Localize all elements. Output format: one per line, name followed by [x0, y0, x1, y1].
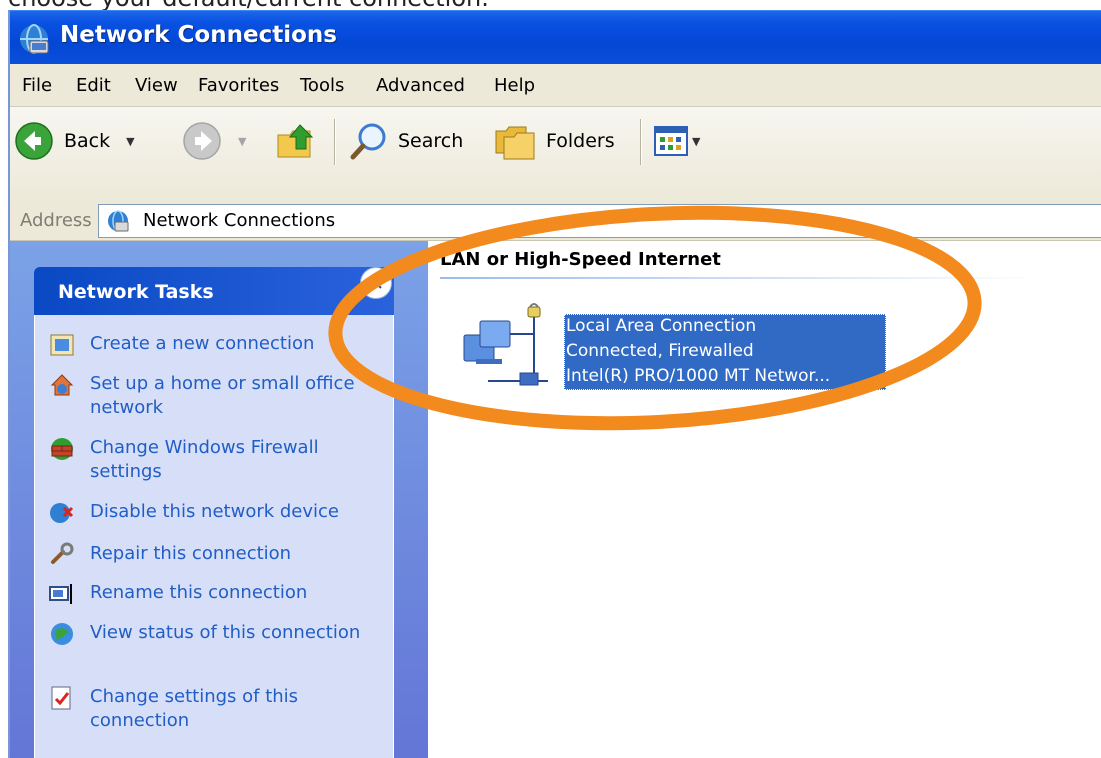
- menu-file[interactable]: File: [22, 75, 52, 96]
- task-home-network[interactable]: Set up a home or small office network: [35, 372, 382, 420]
- back-label: Back: [64, 130, 111, 152]
- menu-advanced[interactable]: Advanced: [376, 75, 465, 96]
- connection-selected-labels[interactable]: Local Area Connection Connected, Firewal…: [564, 314, 886, 390]
- network-tasks-list: Create a new connection Set up a home or…: [34, 315, 394, 758]
- back-dropdown-icon[interactable]: ▼: [126, 135, 134, 148]
- folders-button[interactable]: Folders: [492, 115, 615, 167]
- collapse-button[interactable]: [360, 267, 392, 299]
- up-folder-button[interactable]: [274, 115, 318, 167]
- task-label[interactable]: Change Windows Firewall settings: [90, 436, 382, 484]
- forward-button[interactable]: ▼: [182, 115, 246, 167]
- task-label[interactable]: View status of this connection: [90, 621, 382, 645]
- menu-help[interactable]: Help: [494, 75, 535, 96]
- task-repair[interactable]: Repair this connection: [35, 542, 382, 568]
- toolbar-separator: [334, 119, 336, 165]
- firewall-icon: [51, 438, 73, 460]
- task-pane: Network Tasks Create a new connection Se…: [8, 241, 428, 758]
- up-folder-icon: [277, 124, 314, 158]
- task-disable-device[interactable]: Disable this network device: [35, 500, 382, 526]
- task-label[interactable]: Set up a home or small office network: [90, 372, 382, 420]
- rename-icon: [49, 584, 72, 604]
- search-label: Search: [398, 130, 464, 152]
- back-button[interactable]: Back ▼: [14, 115, 135, 167]
- chevron-up-icon: [370, 276, 382, 289]
- connection-name: Local Area Connection: [566, 316, 757, 336]
- toolbar: Back ▼ ▼ Search Folders ▼: [8, 107, 1101, 203]
- network-tasks-title: Network Tasks: [58, 281, 214, 303]
- repair-icon: [51, 542, 74, 564]
- menu-tools[interactable]: Tools: [300, 75, 344, 96]
- menu-favorites[interactable]: Favorites: [198, 75, 279, 96]
- task-label[interactable]: Change settings of this connection: [90, 685, 382, 733]
- task-view-status[interactable]: View status of this connection: [35, 621, 382, 647]
- address-label: Address: [20, 210, 92, 231]
- task-create-connection[interactable]: Create a new connection: [35, 332, 382, 358]
- task-label[interactable]: Create a new connection: [90, 332, 382, 356]
- status-icon: [51, 623, 73, 645]
- task-label[interactable]: Rename this connection: [90, 581, 382, 605]
- connection-status: Connected, Firewalled: [566, 341, 754, 361]
- forward-arrow-icon: [183, 122, 221, 160]
- menu-bar: File Edit View Favorites Tools Advanced …: [8, 64, 1101, 107]
- address-bar: Address Network Connections: [8, 202, 1101, 241]
- back-arrow-icon: [15, 122, 53, 160]
- menu-edit[interactable]: Edit: [76, 75, 111, 96]
- views-dropdown-icon[interactable]: ▼: [692, 135, 700, 148]
- new-connection-icon: [50, 334, 74, 356]
- address-value: Network Connections: [143, 210, 336, 231]
- menu-view[interactable]: View: [135, 75, 178, 96]
- group-divider: [440, 277, 1040, 279]
- folders-icon: [495, 126, 535, 160]
- network-tasks-header[interactable]: Network Tasks: [34, 267, 394, 315]
- caption-text: choose your default/current connection.: [8, 0, 489, 10]
- group-header: LAN or High-Speed Internet: [440, 249, 721, 270]
- toolbar-separator: [640, 119, 642, 165]
- connections-list-pane: LAN or High-Speed Internet Local Area Co…: [428, 241, 1101, 758]
- views-icon: [654, 126, 688, 156]
- folders-label: Folders: [546, 130, 615, 152]
- local-area-connection-item[interactable]: Local Area Connection Connected, Firewal…: [452, 301, 922, 411]
- window-title: Network Connections: [60, 22, 337, 48]
- task-firewall[interactable]: Change Windows Firewall settings: [35, 436, 382, 484]
- forward-dropdown-icon[interactable]: ▼: [238, 135, 246, 148]
- explorer-window: Network Connections File Edit View Favor…: [8, 10, 1101, 758]
- network-connections-icon: [20, 24, 49, 54]
- title-bar[interactable]: Network Connections: [8, 10, 1101, 65]
- connection-device: Intel(R) PRO/1000 MT Networ...: [566, 366, 831, 386]
- window-left-border: [8, 10, 10, 758]
- search-icon: [350, 123, 386, 160]
- lan-connection-icon: [463, 303, 548, 386]
- search-button[interactable]: Search: [348, 115, 463, 167]
- task-label[interactable]: Repair this connection: [90, 542, 382, 566]
- views-button[interactable]: ▼: [654, 121, 700, 161]
- network-connections-icon: [108, 210, 129, 232]
- task-rename[interactable]: Rename this connection: [35, 581, 382, 607]
- settings-icon: [51, 686, 71, 710]
- address-field[interactable]: Network Connections: [98, 204, 1101, 238]
- task-change-settings[interactable]: Change settings of this connection: [35, 685, 382, 733]
- home-network-icon: [50, 374, 74, 396]
- task-label[interactable]: Disable this network device: [90, 500, 382, 524]
- disable-device-icon: [50, 503, 74, 523]
